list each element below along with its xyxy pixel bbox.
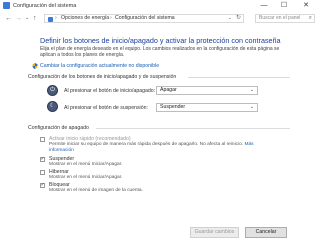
navigation-bar: ← → ⌄ ↑ › Opciones de energía › Configur… (0, 12, 320, 25)
close-button[interactable]: ✕ (298, 0, 314, 12)
power-button-label: Al presionar el botón de inicio/apagado: (64, 88, 156, 94)
cancel-button[interactable]: Cancelar (245, 227, 287, 238)
sleep-description: Mostrar en el menú Iniciar/Apagar. (49, 162, 123, 167)
power-button-select[interactable]: Apagar ⌄ (156, 86, 258, 95)
sleep-button-label: Al presionar el botón de suspensión: (64, 105, 148, 111)
control-panel-icon (3, 2, 10, 9)
shield-icon (32, 63, 38, 69)
buttons-section-title: Configuración de los botones de inicio/a… (28, 74, 177, 80)
save-changes-button[interactable]: Guardar cambios (190, 227, 239, 238)
maximize-button[interactable]: ☐ (276, 0, 292, 12)
moon-icon: ☾ (47, 101, 58, 112)
fast-startup-checkbox[interactable] (40, 137, 45, 142)
hibernate-description: Mostrar en el menú Iniciar/Apagar. (49, 175, 123, 180)
fast-startup-description: Permite iniciar su equipo de manera más … (49, 142, 254, 153)
change-settings-link[interactable]: Cambiar la configuración actualmente no … (32, 63, 160, 69)
section-divider (96, 128, 290, 129)
address-bar[interactable]: › Opciones de energía › Configuración de… (44, 14, 244, 23)
lock-checkbox[interactable] (40, 182, 45, 188)
power-icon: ⏻ (47, 85, 58, 96)
change-settings-label: Cambiar la configuración actualmente no … (40, 63, 160, 69)
power-button-value: Apagar (160, 87, 177, 93)
breadcrumb-power-options[interactable]: Opciones de energía (61, 15, 109, 22)
refresh-icon[interactable]: ↻ (236, 15, 241, 22)
sleep-button-value: Suspender (160, 104, 186, 110)
section-divider (188, 77, 290, 78)
control-panel-icon (48, 16, 53, 22)
chevron-down-icon[interactable]: ⌄ (228, 15, 232, 22)
window-title: Configuración del sistema (13, 3, 77, 9)
page-title: Definir los botones de inicio/apagado y … (40, 36, 281, 45)
search-placeholder: Buscar en el panel (259, 15, 301, 21)
hibernate-checkbox[interactable] (40, 170, 45, 175)
sleep-button-select[interactable]: Suspender ⌄ (156, 103, 258, 112)
title-bar: Configuración del sistema — ☐ ✕ (0, 0, 320, 12)
back-button[interactable]: ← (5, 14, 12, 23)
lock-description: Mostrar en el menú de imagen de la cuent… (49, 188, 143, 193)
breadcrumb-separator: › (110, 15, 112, 21)
page-description: Elija el plan de energía deseado en el e… (40, 46, 280, 59)
recent-locations-button[interactable]: ⌄ (25, 14, 29, 23)
shutdown-section-title: Configuración de apagado (28, 125, 89, 131)
up-button[interactable]: ↑ (33, 14, 37, 23)
breadcrumb-separator: › (55, 15, 57, 21)
search-icon[interactable]: ⌕ (309, 15, 312, 22)
chevron-down-icon: ⌄ (249, 104, 254, 110)
minimize-button[interactable]: — (256, 0, 272, 12)
sleep-checkbox[interactable] (40, 156, 45, 162)
breadcrumb-system-settings[interactable]: Configuración del sistema (115, 15, 175, 22)
chevron-down-icon: ⌄ (249, 87, 254, 93)
forward-button[interactable]: → (15, 14, 22, 23)
search-box[interactable]: Buscar en el panel ⌕ (255, 14, 315, 23)
